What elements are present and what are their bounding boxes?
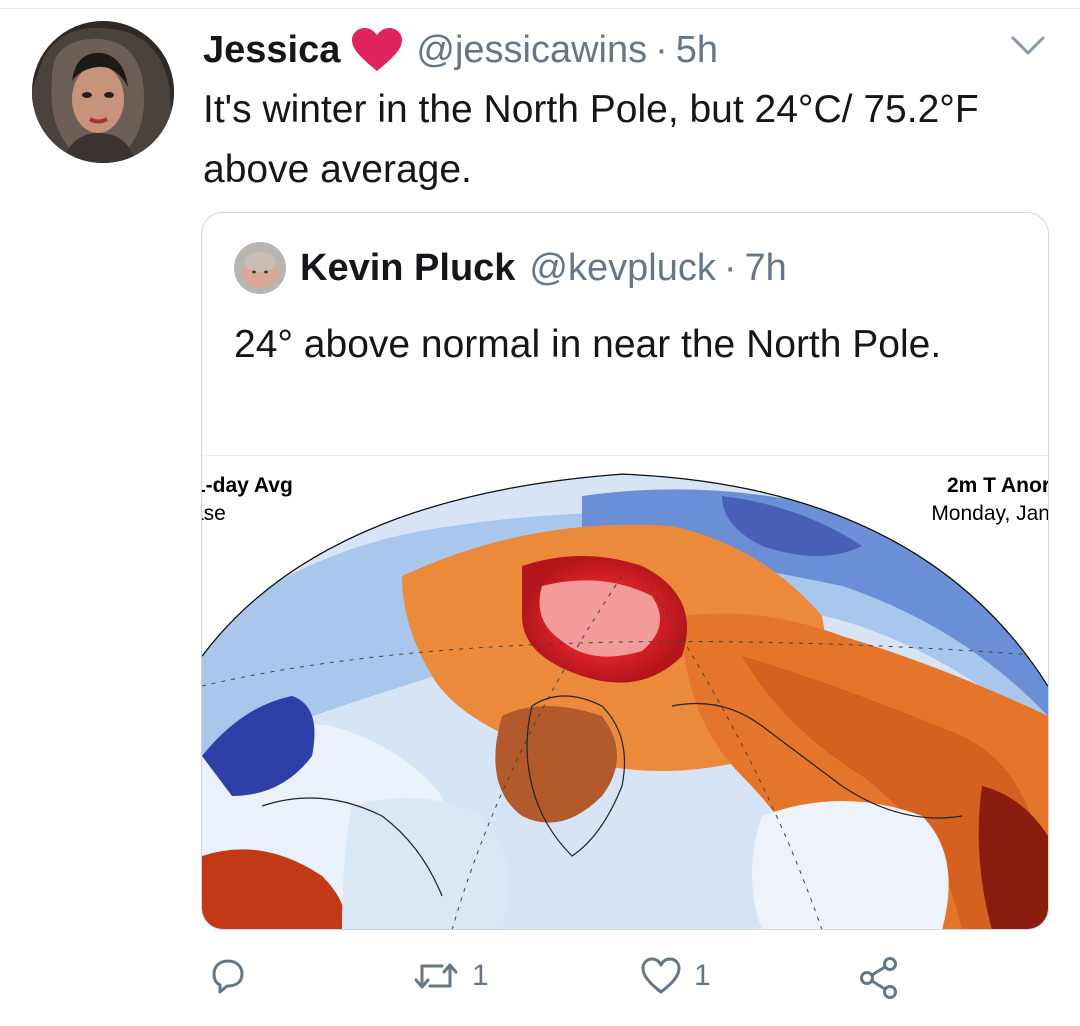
share-icon bbox=[860, 957, 897, 999]
quoted-tweet[interactable]: Kevin Pluck @kevpluck · 7h 24° above nor… bbox=[201, 212, 1049, 930]
red-heart-icon bbox=[352, 28, 403, 71]
like-count: 1 bbox=[694, 959, 711, 992]
tweet-text: It's winter in the North Pole, but 24°C/… bbox=[203, 88, 979, 191]
separator-dot: · bbox=[655, 28, 668, 71]
map-label-anomaly: 2m T Anor bbox=[946, 474, 1048, 497]
reply-icon bbox=[212, 959, 244, 994]
tweet-actions: 1 1 bbox=[0, 950, 1080, 1010]
map-label-date: Monday, Jan bbox=[931, 502, 1048, 525]
quoted-author-name[interactable]: Kevin Pluck bbox=[300, 247, 515, 290]
avatar[interactable] bbox=[32, 21, 174, 163]
quoted-separator-dot: · bbox=[723, 246, 737, 289]
map-label-avg: 1-day Avg bbox=[202, 474, 293, 497]
top-divider bbox=[0, 8, 1080, 9]
like-button[interactable]: 1 bbox=[640, 956, 711, 996]
quoted-tweet-header: Kevin Pluck @kevpluck · 7h bbox=[234, 242, 787, 294]
reply-button[interactable] bbox=[208, 956, 260, 996]
retweet-icon bbox=[414, 963, 458, 989]
quoted-author-handle[interactable]: @kevpluck bbox=[529, 247, 715, 290]
tweet-time[interactable]: 5h bbox=[676, 29, 718, 72]
chevron-down-icon[interactable] bbox=[1010, 34, 1046, 58]
quoted-avatar bbox=[234, 242, 286, 294]
author-name[interactable]: Jessica bbox=[203, 29, 340, 72]
share-button[interactable] bbox=[858, 956, 900, 1000]
temperature-anomaly-map-image[interactable]: 1-day Avg ase 2m T Anor Monday, Jan bbox=[202, 455, 1048, 929]
author-handle[interactable]: @jessicawins bbox=[416, 29, 647, 72]
tweet-header: Jessica @jessicawins · 5h bbox=[203, 24, 718, 76]
map-label-base: ase bbox=[202, 502, 226, 525]
heart-outline-icon bbox=[641, 957, 681, 994]
quoted-tweet-text: 24° above normal in near the North Pole. bbox=[234, 323, 942, 366]
retweet-button[interactable]: 1 bbox=[412, 956, 489, 996]
map-graphic bbox=[202, 473, 1048, 929]
retweet-count: 1 bbox=[472, 959, 489, 992]
quoted-tweet-time[interactable]: 7h bbox=[745, 247, 787, 290]
